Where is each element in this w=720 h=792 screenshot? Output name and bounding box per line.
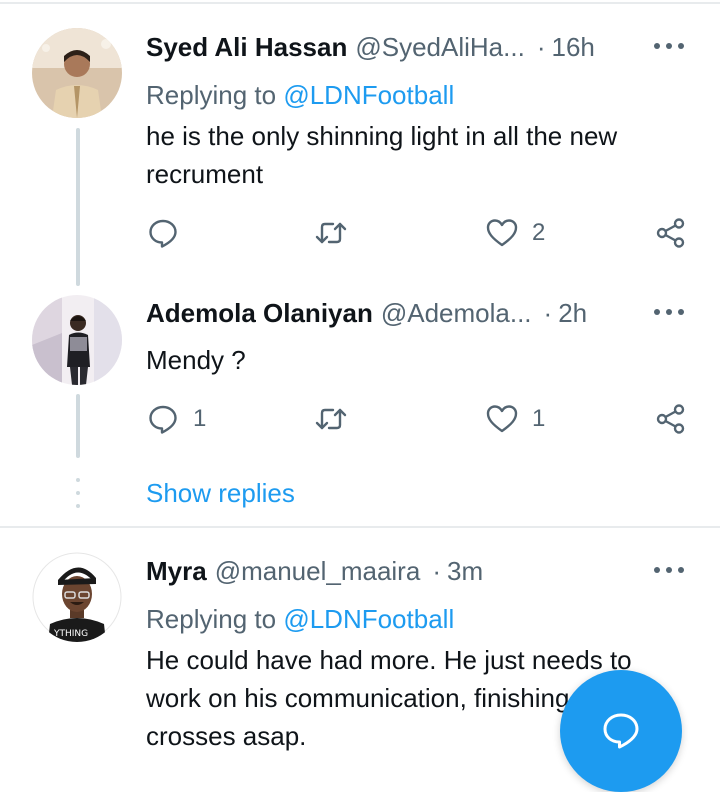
tweet-text-line: recrument	[146, 159, 264, 189]
author-name[interactable]: Syed Ali Hassan	[146, 32, 347, 63]
more-icon[interactable]	[654, 43, 684, 51]
avatar-syed[interactable]	[32, 28, 122, 118]
tweet-text: he is the only shinning light in all the…	[146, 117, 676, 193]
top-divider	[0, 2, 720, 4]
reply-button[interactable]	[147, 217, 193, 249]
replying-to: Replying to @LDNFootball	[146, 80, 454, 111]
tweet-text-line: He could have had more. He just needs to	[146, 645, 632, 675]
reply-icon	[149, 219, 177, 248]
compose-button[interactable]	[560, 670, 682, 792]
more-icon[interactable]	[654, 309, 684, 317]
retweet-icon	[315, 222, 347, 244]
tweet-text-line: he is the only shinning light in all the…	[146, 121, 618, 151]
separator: ·	[536, 31, 546, 62]
author-handle[interactable]: @SyedAliHa...	[355, 32, 524, 63]
timestamp[interactable]: 16h	[552, 32, 595, 63]
share-button[interactable]	[655, 403, 687, 435]
like-icon	[486, 219, 518, 247]
tweet-header: Myra @manuel_maaira · 3m	[146, 554, 483, 588]
replying-to-label: Replying to	[146, 80, 284, 110]
retweet-icon	[315, 408, 347, 430]
separator: ·	[543, 297, 553, 328]
like-icon	[486, 405, 518, 433]
avatar-myra[interactable]: YTHING	[32, 552, 122, 642]
like-count: 1	[532, 405, 546, 432]
like-button[interactable]: 1	[486, 403, 545, 435]
thread-continuation-dots	[76, 478, 80, 508]
author-name[interactable]: Myra	[146, 556, 207, 587]
replying-to-handle-link[interactable]: @LDNFootball	[283, 80, 454, 110]
section-divider	[0, 526, 720, 528]
reply-icon	[149, 405, 177, 434]
tweet-text-line: Mendy ?	[146, 345, 246, 375]
thread-line	[76, 128, 80, 286]
share-icon	[656, 218, 685, 248]
replying-to: Replying to @LDNFootball	[146, 604, 454, 635]
tweet-text: Mendy ?	[146, 341, 676, 379]
author-name[interactable]: Ademola Olaniyan	[146, 298, 373, 329]
more-icon[interactable]	[654, 567, 684, 575]
thread-line	[76, 394, 80, 458]
like-count: 2	[532, 219, 546, 246]
tweet-header: Ademola Olaniyan @Ademola... · 2h	[146, 296, 587, 330]
replying-to-handle-link[interactable]: @LDNFootball	[283, 604, 454, 634]
show-replies-link[interactable]: Show replies	[146, 478, 295, 509]
avatar-shirt-text: YTHING	[53, 629, 88, 639]
share-icon	[656, 404, 685, 434]
timestamp[interactable]: 3m	[447, 556, 483, 587]
avatar-ademola[interactable]	[32, 295, 122, 385]
reply-button[interactable]: 1	[147, 403, 206, 435]
retweet-button[interactable]	[315, 403, 361, 435]
replying-to-label: Replying to	[146, 604, 284, 634]
author-handle[interactable]: @manuel_maaira	[215, 556, 421, 587]
compose-icon	[603, 713, 639, 749]
separator: ·	[432, 555, 441, 586]
share-button[interactable]	[655, 217, 687, 249]
author-handle[interactable]: @Ademola...	[381, 298, 532, 329]
tweet-header: Syed Ali Hassan @SyedAliHa... · 16h	[146, 30, 595, 64]
like-button[interactable]: 2	[486, 217, 545, 249]
reply-count: 1	[193, 405, 207, 432]
retweet-button[interactable]	[315, 217, 361, 249]
timestamp[interactable]: 2h	[558, 298, 587, 329]
